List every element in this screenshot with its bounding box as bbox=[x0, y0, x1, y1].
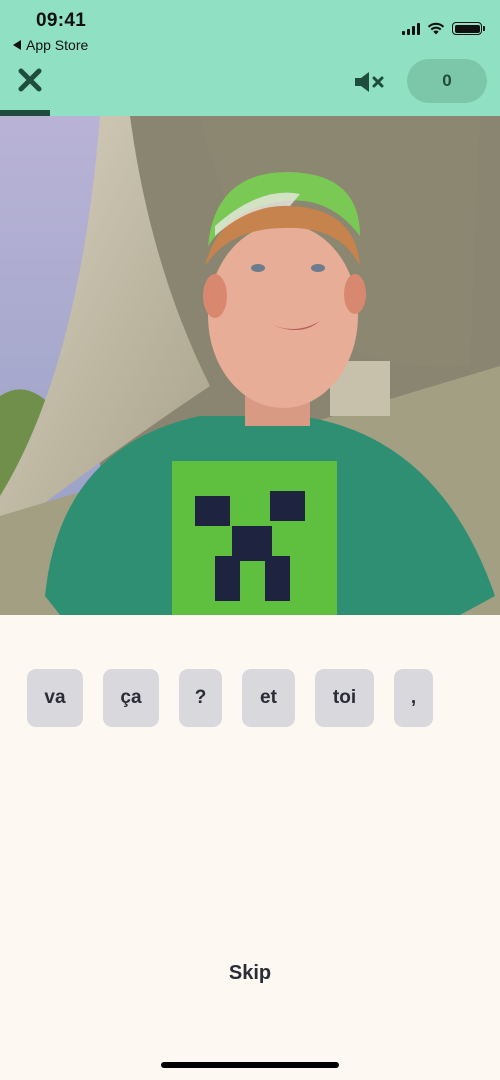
mute-button[interactable] bbox=[350, 68, 390, 96]
status-time: 09:41 bbox=[36, 10, 87, 31]
back-to-app-store[interactable]: App Store bbox=[13, 37, 88, 53]
skip-button[interactable]: Skip bbox=[200, 955, 300, 991]
cellular-signal-icon bbox=[402, 22, 420, 35]
word-tile[interactable]: ça bbox=[103, 669, 159, 727]
word-tile[interactable]: , bbox=[394, 669, 433, 727]
video-player[interactable] bbox=[0, 116, 500, 615]
wifi-icon bbox=[427, 22, 445, 35]
video-frame bbox=[0, 116, 500, 615]
status-icons bbox=[402, 22, 485, 35]
home-indicator[interactable] bbox=[161, 1062, 339, 1068]
battery-icon bbox=[452, 22, 485, 35]
back-app-label: App Store bbox=[26, 37, 89, 53]
word-tile[interactable]: ? bbox=[179, 669, 222, 727]
word-tile[interactable]: va bbox=[27, 669, 83, 727]
back-triangle-icon bbox=[13, 40, 21, 50]
word-tile[interactable]: et bbox=[242, 669, 295, 727]
word-tile[interactable]: toi bbox=[315, 669, 374, 727]
close-icon bbox=[18, 68, 42, 92]
score-counter: 0 bbox=[407, 59, 487, 103]
header: 09:41 App Store 0 bbox=[0, 0, 500, 117]
close-button[interactable] bbox=[16, 66, 44, 94]
speaker-muted-icon bbox=[355, 72, 384, 92]
